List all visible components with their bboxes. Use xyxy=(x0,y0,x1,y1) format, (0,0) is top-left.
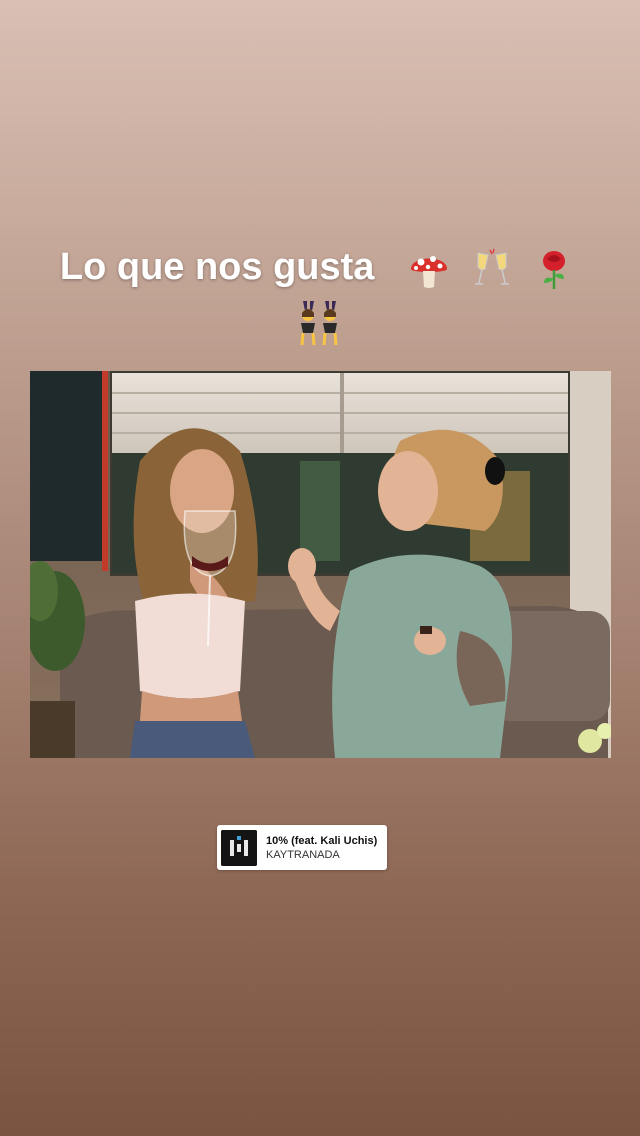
mushroom-icon xyxy=(407,247,451,291)
story-view[interactable]: Lo que nos gusta 10% (feat. Kali Uchis) … xyxy=(0,0,640,1136)
rose-icon xyxy=(532,247,576,291)
women-with-bunny-ears-icon xyxy=(294,299,346,347)
story-caption: Lo que nos gusta xyxy=(0,240,640,348)
clinking-glasses-icon xyxy=(470,247,514,291)
story-photo[interactable] xyxy=(30,371,611,758)
caption-line-2 xyxy=(0,294,640,348)
song-title: 10% (feat. Kali Uchis) xyxy=(266,834,378,847)
music-sticker[interactable]: 10% (feat. Kali Uchis) KAYTRANADA xyxy=(217,825,387,870)
album-art-icon xyxy=(221,829,257,866)
song-artist: KAYTRANADA xyxy=(266,848,340,861)
caption-text: Lo que nos gusta xyxy=(59,246,375,288)
song-meta: 10% (feat. Kali Uchis) KAYTRANADA xyxy=(266,834,377,862)
caption-line-1: Lo que nos gusta xyxy=(0,240,640,294)
